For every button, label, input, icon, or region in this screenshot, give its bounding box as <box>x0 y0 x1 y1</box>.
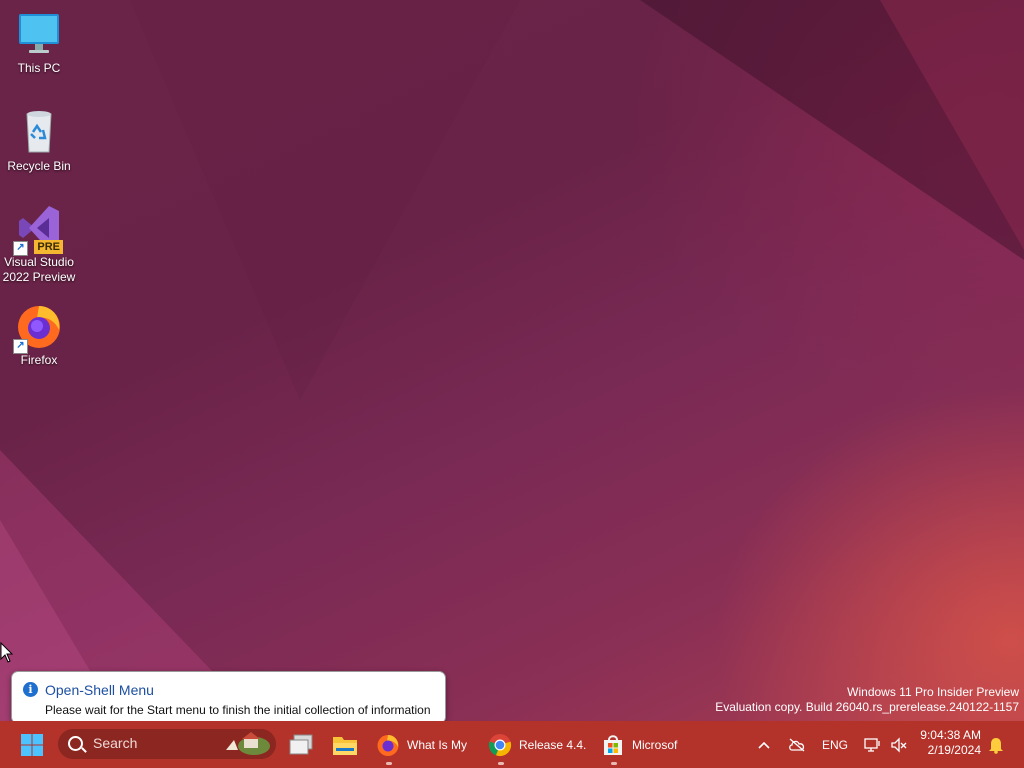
watermark-build: Evaluation copy. Build 26040.rs_prerelea… <box>715 700 1019 714</box>
tooltip-body: Please wait for the Start menu to finish… <box>45 703 431 717</box>
desktop-icon-label: Visual Studio 2022 Preview <box>2 255 76 284</box>
taskbar-app-chrome[interactable]: Release 4.4. <box>488 721 586 768</box>
desktop-icon-this-pc[interactable]: This PC <box>0 10 78 76</box>
onedrive-offline-icon <box>789 738 805 751</box>
desktop-icon-visual-studio[interactable]: PRE ↗ Visual Studio 2022 Preview <box>0 204 78 285</box>
running-indicator <box>611 762 617 765</box>
language-indicator[interactable]: ENG <box>822 721 848 768</box>
start-button[interactable] <box>14 721 50 768</box>
windows-watermark: Windows 11 Pro Insider Preview Evaluatio… <box>715 685 1019 715</box>
bell-icon <box>989 737 1003 754</box>
preview-badge: PRE <box>34 240 63 254</box>
desktop-icon-firefox[interactable]: ↗ Firefox <box>0 302 78 368</box>
shortcut-arrow-icon: ↗ <box>13 241 28 256</box>
volume-muted-icon <box>891 736 907 753</box>
visual-studio-icon: PRE ↗ <box>13 204 63 256</box>
clock-date: 2/19/2024 <box>927 743 981 757</box>
desktop-icon-recycle-bin[interactable]: Recycle Bin <box>0 108 78 174</box>
onedrive-tray-button[interactable] <box>788 721 806 768</box>
desktop-icon-label: Recycle Bin <box>7 159 71 173</box>
network-icon <box>864 737 880 752</box>
taskbar-search[interactable]: Search <box>58 729 276 759</box>
chrome-icon <box>488 733 512 756</box>
taskbar-app-microsoft-store[interactable]: Microsof <box>601 721 677 768</box>
search-label: Search <box>93 735 138 751</box>
show-hidden-icons-button[interactable] <box>757 721 771 768</box>
search-highlight-icon <box>226 732 270 755</box>
firefox-icon <box>377 734 399 756</box>
microsoft-store-icon <box>604 734 622 755</box>
taskbar: Search What Is My Release 4.4. Microsof … <box>0 721 1024 768</box>
tooltip-title: Open-Shell Menu <box>45 682 154 698</box>
search-icon <box>68 736 83 751</box>
chevron-up-icon <box>758 741 770 749</box>
taskbar-task-view[interactable] <box>288 721 314 768</box>
desktop-icon-label: This PC <box>17 61 61 75</box>
taskbar-app-label: Release 4.4. <box>519 737 587 752</box>
clock[interactable]: 9:04:38 AM 2/19/2024 <box>920 728 981 758</box>
watermark-edition: Windows 11 Pro Insider Preview <box>847 685 1019 699</box>
windows-logo-icon <box>21 733 43 756</box>
mouse-cursor-icon <box>0 642 14 663</box>
desktop-icon-label: Firefox <box>20 353 58 367</box>
recycle-bin-icon <box>15 108 63 156</box>
language-label: ENG <box>822 737 849 752</box>
running-indicator <box>386 762 392 765</box>
task-view-icon <box>289 734 313 754</box>
taskbar-app-label: Microsof <box>632 737 678 752</box>
monitor-icon <box>15 10 63 58</box>
firefox-icon: ↗ <box>13 302 63 354</box>
taskbar-file-explorer[interactable] <box>332 721 358 768</box>
network-tray-button[interactable] <box>864 721 882 768</box>
wallpaper <box>0 0 1024 721</box>
taskbar-app-label: What Is My <box>407 737 468 752</box>
notifications-button[interactable] <box>988 721 1004 768</box>
taskbar-app-firefox[interactable]: What Is My <box>376 721 467 768</box>
open-shell-tooltip: i Open-Shell Menu Please wait for the St… <box>11 671 446 724</box>
running-indicator <box>498 762 504 765</box>
info-icon: i <box>23 682 38 697</box>
volume-tray-button[interactable] <box>890 721 908 768</box>
file-explorer-icon <box>333 736 357 755</box>
shortcut-arrow-icon: ↗ <box>13 339 28 354</box>
clock-time: 9:04:38 AM <box>920 728 981 742</box>
